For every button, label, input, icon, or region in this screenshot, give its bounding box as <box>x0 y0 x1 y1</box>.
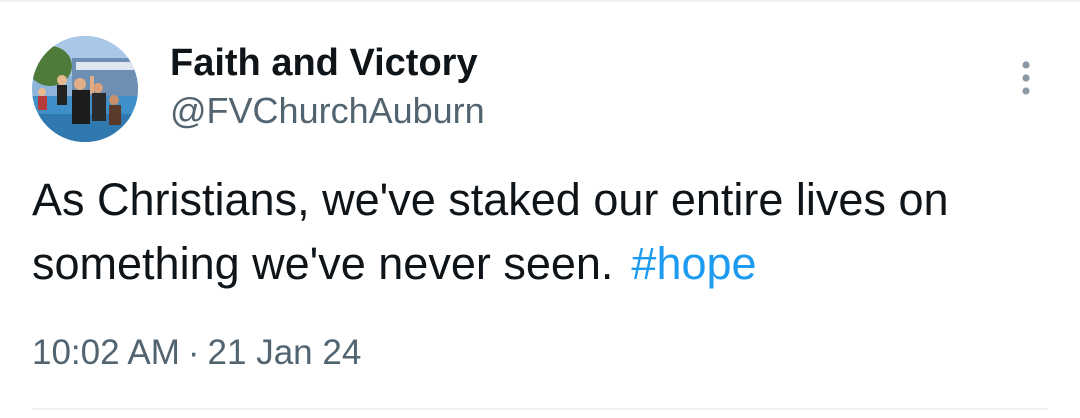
tweet-time[interactable]: 10:02 AM <box>32 333 180 372</box>
tweet-text: As Christians, we've staked our entire l… <box>32 168 1042 296</box>
author-display-name[interactable]: Faith and Victory <box>170 40 478 86</box>
more-vertical-icon <box>1022 61 1030 95</box>
profile-photo-icon <box>32 36 138 142</box>
avatar[interactable] <box>32 36 138 142</box>
tweet-body: As Christians, we've staked our entire l… <box>32 174 949 289</box>
author-handle[interactable]: @FVChurchAuburn <box>170 88 485 134</box>
bottom-divider <box>32 408 1048 410</box>
tweet-timestamp: 10:02 AM · 21 Jan 24 <box>32 330 361 376</box>
tweet-date[interactable]: 21 Jan 24 <box>208 333 362 372</box>
hashtag-link[interactable]: #hope <box>631 238 756 289</box>
meta-separator: · <box>187 333 200 372</box>
more-options-button[interactable] <box>1006 56 1046 100</box>
top-divider <box>0 0 1080 2</box>
